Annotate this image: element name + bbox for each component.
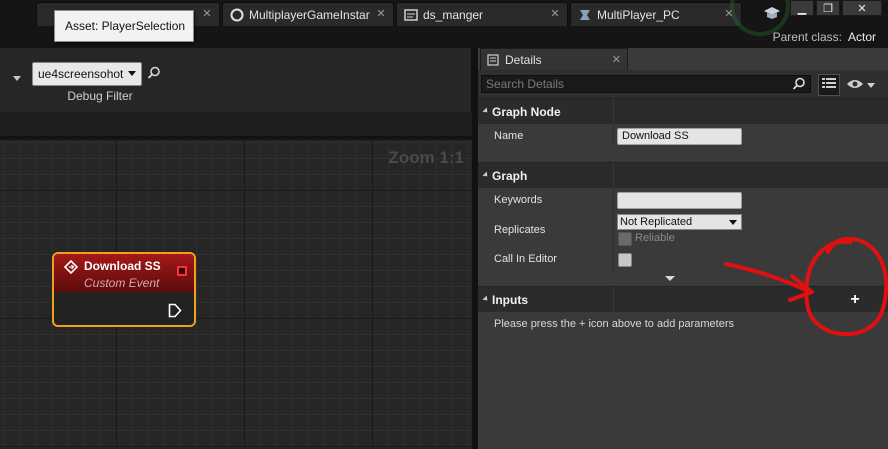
details-search-input[interactable]: Search Details bbox=[481, 75, 811, 93]
delegate-pin[interactable] bbox=[177, 266, 187, 276]
custom-event-node[interactable]: Download SS Custom Event bbox=[52, 252, 196, 327]
property-matrix-button[interactable] bbox=[818, 74, 840, 96]
section-title: Graph bbox=[492, 169, 528, 183]
view-options-button[interactable] bbox=[846, 77, 878, 93]
tab-multiplayer-pc[interactable]: MultiPlayer_PC ✕ bbox=[570, 2, 742, 26]
spacer bbox=[478, 148, 888, 162]
section-graph-node[interactable]: Graph Node bbox=[478, 98, 888, 125]
property-row-name: Name Download SS bbox=[478, 124, 888, 148]
call-in-editor-checkbox[interactable] bbox=[618, 253, 632, 267]
tab-label: MultiplayerGameInstar bbox=[249, 7, 370, 22]
zoom-level: Zoom 1:1 bbox=[388, 148, 464, 167]
column-divider bbox=[613, 99, 614, 125]
chevron-down-icon bbox=[128, 71, 136, 76]
graph-breadcrumb-bar bbox=[0, 112, 472, 138]
replicates-value: Not Replicated bbox=[620, 216, 693, 228]
property-row-call-in-editor: Call In Editor bbox=[478, 248, 888, 272]
close-icon: ✕ bbox=[857, 2, 867, 15]
collapse-arrow-icon bbox=[482, 171, 490, 179]
chevron-down-icon bbox=[867, 82, 875, 88]
plus-icon: + bbox=[850, 291, 860, 308]
eye-icon bbox=[846, 78, 864, 93]
tab-close-icon[interactable]: ✕ bbox=[375, 8, 387, 20]
grid-icon bbox=[822, 77, 836, 93]
close-window-button[interactable]: ✕ bbox=[842, 0, 882, 16]
details-tab-label: Details bbox=[505, 52, 542, 67]
chevron-down-icon bbox=[729, 220, 737, 225]
collapse-arrow-icon bbox=[482, 107, 490, 115]
property-label-keywords: Keywords bbox=[494, 194, 543, 206]
property-label-replicates: Replicates bbox=[494, 224, 546, 236]
restore-icon: ❐ bbox=[823, 2, 833, 15]
column-divider bbox=[613, 212, 614, 248]
advanced-expander-icon[interactable] bbox=[665, 276, 675, 281]
parent-class-label: Parent class: bbox=[772, 30, 842, 44]
parent-class-indicator: Parent class: Actor bbox=[773, 30, 876, 44]
tab-close-icon[interactable]: ✕ bbox=[549, 8, 561, 20]
replicates-dropdown[interactable]: Not Replicated bbox=[617, 214, 742, 230]
tab-close-icon[interactable]: ✕ bbox=[201, 8, 213, 20]
search-icon bbox=[792, 77, 806, 91]
node-subtitle: Custom Event bbox=[84, 276, 160, 290]
column-divider bbox=[613, 248, 614, 272]
property-label-call-in-editor: Call In Editor bbox=[494, 253, 557, 265]
column-divider bbox=[613, 163, 614, 189]
section-title: Inputs bbox=[492, 293, 528, 307]
section-title: Graph Node bbox=[492, 105, 561, 119]
parent-class-value[interactable]: Actor bbox=[848, 30, 876, 44]
exec-output-pin[interactable] bbox=[168, 303, 182, 318]
section-graph[interactable]: Graph bbox=[478, 162, 888, 189]
reliable-checkbox[interactable] bbox=[618, 232, 632, 246]
asset-tooltip: Asset: PlayerSelection bbox=[54, 10, 194, 42]
tab-ds-manger[interactable]: ds_manger ✕ bbox=[396, 2, 568, 26]
game-instance-icon bbox=[229, 7, 245, 23]
tab-label: MultiPlayer_PC bbox=[597, 7, 680, 22]
event-diamond-icon bbox=[63, 259, 79, 275]
restore-button[interactable]: ❐ bbox=[816, 0, 840, 16]
column-divider bbox=[613, 287, 614, 313]
toolbar-dropdown-caret-icon[interactable] bbox=[13, 76, 21, 81]
minimize-icon: ▁ bbox=[797, 2, 807, 15]
widget-icon bbox=[403, 7, 419, 23]
add-parameter-button[interactable]: + bbox=[846, 290, 864, 310]
keywords-field[interactable] bbox=[617, 192, 742, 209]
blueprint-graph-canvas[interactable]: Zoom 1:1 Download SS Custom Event bbox=[0, 140, 472, 449]
node-title: Download SS bbox=[84, 259, 161, 273]
property-row-keywords: Keywords bbox=[478, 188, 888, 212]
column-divider bbox=[613, 124, 614, 148]
tab-label: ds_manger bbox=[423, 7, 484, 22]
reliable-label: Reliable bbox=[635, 232, 675, 244]
property-row-replicates: Replicates Not Replicated Reliable bbox=[478, 212, 888, 248]
column-divider bbox=[613, 188, 614, 212]
details-tab-icon bbox=[487, 53, 499, 66]
name-field[interactable]: Download SS bbox=[617, 128, 742, 145]
details-tab[interactable]: Details ✕ bbox=[480, 48, 628, 70]
section-inputs[interactable]: Inputs bbox=[478, 286, 888, 313]
details-panel: Details ✕ Search Details Graph Node Name… bbox=[478, 48, 888, 449]
close-icon[interactable]: ✕ bbox=[612, 53, 621, 66]
property-label-name: Name bbox=[494, 130, 524, 142]
tab-multiplayer-game-instance[interactable]: MultiplayerGameInstar ✕ bbox=[222, 2, 394, 26]
debug-filter-label: Debug Filter bbox=[67, 89, 133, 103]
advanced-row bbox=[478, 272, 888, 286]
debug-filter-value: ue4screensohot bbox=[38, 67, 124, 81]
player-controller-icon bbox=[577, 7, 593, 23]
debug-filter-dropdown[interactable]: ue4screensohot bbox=[32, 62, 142, 86]
search-icon[interactable] bbox=[147, 66, 161, 80]
minimize-button[interactable]: ▁ bbox=[790, 0, 814, 16]
collapse-arrow-icon bbox=[482, 295, 490, 303]
inputs-hint-text: Please press the + icon above to add par… bbox=[494, 318, 735, 330]
